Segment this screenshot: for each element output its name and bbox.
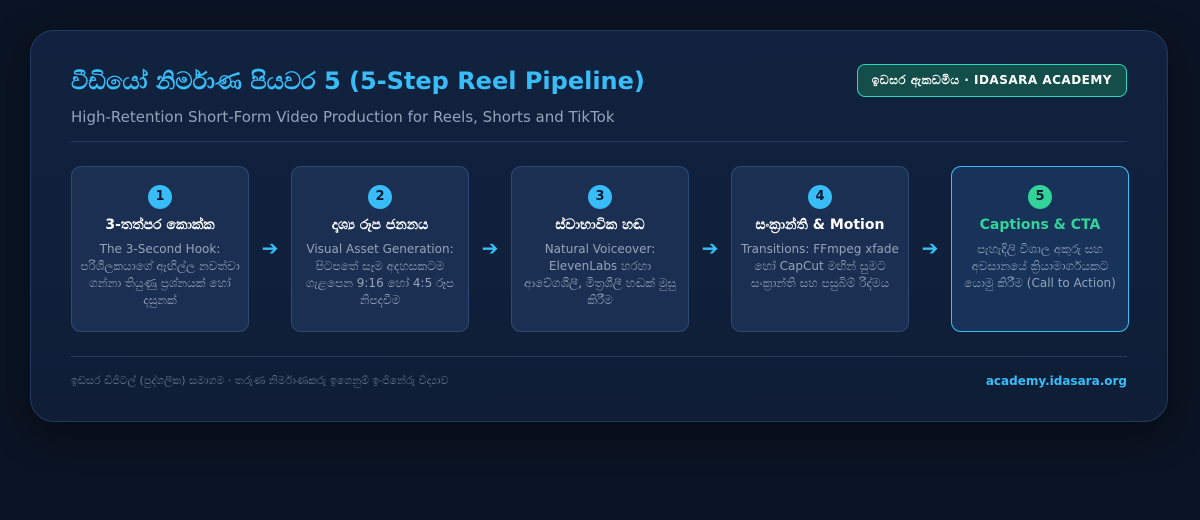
page-subtitle: High-Retention Short-Form Video Producti… [71,108,615,126]
academy-badge: ඉඩසර ඇකඩමිය · IDASARA ACADEMY [856,64,1127,97]
step-title: 3-තත්පර කොක්ක [105,217,215,233]
page-title: වීඩියෝ නිර්මාණ පියවර 5 (5-Step Reel Pipe… [71,67,645,95]
step-card-1: 1 3-තත්පර කොක්ක The 3-Second Hook: පරිශී… [71,166,249,332]
step-number-badge: 3 [588,185,612,209]
step-description: පැහැදිලි විශාල අකුරු සහ අවසානයේ ක්‍රියාම… [964,242,1116,290]
step-description: Natural Voiceover: ElevenLabs හරහා ආවේගශ… [524,242,676,307]
step-title: සංක්‍රාන්ති & Motion [755,217,885,233]
step-number-badge: 2 [368,185,392,209]
step-description: The 3-Second Hook: පරිශීලකයාගේ ඇඟිල්ල නව… [80,242,240,307]
footer-website-link[interactable]: academy.idasara.org [986,374,1127,388]
step-number-badge: 4 [808,185,832,209]
pipeline-card: වීඩියෝ නිර්මාණ පියවර 5 (5-Step Reel Pipe… [30,30,1168,422]
step-description: Transitions: FFmpeg xfade හෝ CapCut මඟින… [741,242,899,290]
footer-divider [71,356,1127,357]
step-title: Captions & CTA [979,217,1101,233]
arrow-right-icon: ➔ [701,236,719,260]
step-number-badge: 1 [148,185,172,209]
step-card-5: 5 Captions & CTA පැහැදිලි විශාල අකුරු සහ… [951,166,1129,332]
arrow-right-icon: ➔ [481,236,499,260]
step-description: Visual Asset Generation: පිටපතේ සෑම අදහස… [305,242,455,307]
arrow-right-icon: ➔ [921,236,939,260]
step-card-2: 2 දෘශ්‍ය රූප ජනනය Visual Asset Generatio… [291,166,469,332]
step-title: දෘශ්‍ය රූප ජනනය [331,217,429,233]
step-number-badge: 5 [1028,185,1052,209]
step-title: ස්වාභාවික හඬ [555,217,645,233]
step-card-3: 3 ස්වාභාවික හඬ Natural Voiceover: Eleven… [511,166,689,332]
pipeline-steps: 1 3-තත්පර කොක්ක The 3-Second Hook: පරිශී… [71,166,1129,332]
header-divider [71,141,1127,142]
step-card-4: 4 සංක්‍රාන්ති & Motion Transitions: FFmp… [731,166,909,332]
footer-company-text: ඉඩසර ඩිජිටල් (පුද්ගලික) සමාගම · තරුණ නිර… [71,374,449,387]
arrow-right-icon: ➔ [261,236,279,260]
